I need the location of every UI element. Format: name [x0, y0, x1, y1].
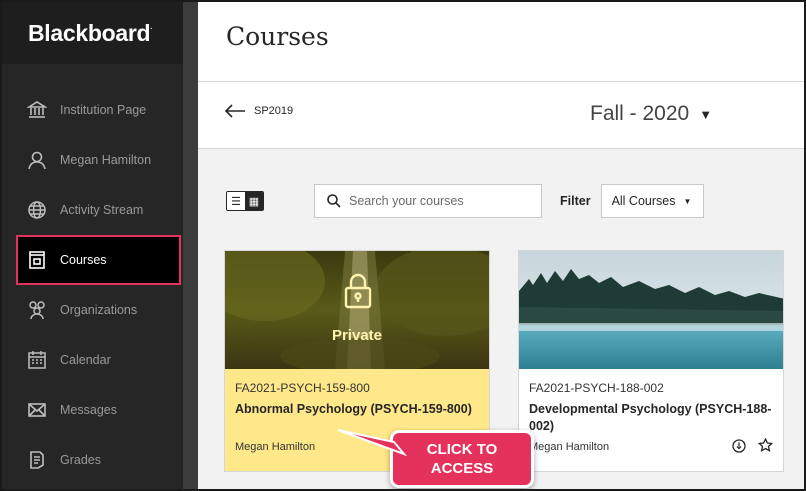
callout-pointer — [337, 429, 408, 457]
app-window: Blackboard. Institution Page Megan Hamil… — [0, 0, 806, 491]
